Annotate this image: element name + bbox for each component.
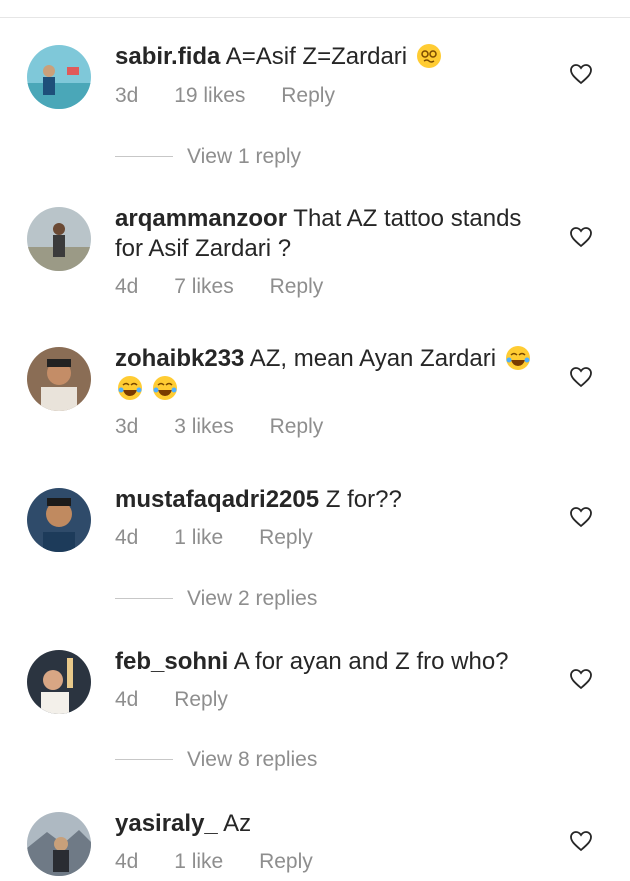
comment-body: A=Asif Z=Zardari (225, 43, 408, 70)
comment-likes[interactable]: 19 likes (174, 84, 245, 107)
reply-button[interactable]: Reply (270, 415, 324, 438)
comment-username[interactable]: feb_sohni (115, 648, 228, 675)
tears-of-joy-icon (117, 375, 143, 401)
comment-body: Z for?? (325, 486, 402, 513)
comment-username[interactable]: zohaibk233 (115, 345, 244, 372)
comment-text: yasiraly_ Az (115, 809, 540, 839)
view-replies-label[interactable]: View 1 reply (187, 145, 301, 169)
comment-likes[interactable]: 3 likes (174, 415, 234, 438)
comment-likes[interactable]: 1 like (174, 850, 223, 873)
reply-button[interactable]: Reply (259, 526, 313, 549)
comment-likes[interactable]: 7 likes (174, 275, 234, 298)
comment-age: 4d (115, 526, 139, 549)
heart-outline-icon[interactable] (569, 226, 593, 248)
comment-likes[interactable]: 1 like (174, 526, 223, 549)
view-replies-line (115, 759, 173, 760)
comment-meta: 4d 1 like Reply (115, 850, 343, 874)
heart-outline-icon[interactable] (569, 830, 593, 852)
comment-meta: 4d Reply (115, 688, 258, 712)
heart-outline-icon[interactable] (569, 366, 593, 388)
avatar[interactable] (27, 650, 91, 714)
heart-outline-icon[interactable] (569, 668, 593, 690)
view-replies-label[interactable]: View 8 replies (187, 748, 317, 772)
heart-outline-icon[interactable] (569, 63, 593, 85)
reply-button[interactable]: Reply (270, 275, 324, 298)
comment-text: arqammanzoor That AZ tattoo stands for A… (115, 204, 540, 264)
heart-outline-icon[interactable] (569, 506, 593, 528)
view-replies-line (115, 156, 173, 157)
comment-body: A for ayan and Z fro who? (233, 648, 509, 675)
woozy-face-icon (416, 43, 442, 69)
comment-username[interactable]: sabir.fida (115, 43, 220, 70)
avatar[interactable] (27, 812, 91, 876)
reply-button[interactable]: Reply (174, 688, 228, 711)
comment-age: 4d (115, 275, 139, 298)
comment-meta: 3d 3 likes Reply (115, 415, 353, 439)
comment-body: AZ, mean Ayan Zardari (249, 345, 497, 372)
comment-age: 4d (115, 688, 139, 711)
comment-body: Az (223, 810, 252, 837)
comment-age: 4d (115, 850, 139, 873)
avatar[interactable] (27, 45, 91, 109)
avatar[interactable] (27, 347, 91, 411)
reply-button[interactable]: Reply (259, 850, 313, 873)
tears-of-joy-icon (505, 345, 531, 371)
comment-meta: 4d 7 likes Reply (115, 275, 353, 299)
tears-of-joy-icon (152, 375, 178, 401)
top-divider (0, 17, 630, 18)
comment-age: 3d (115, 415, 139, 438)
avatar[interactable] (27, 207, 91, 271)
view-replies-line (115, 598, 173, 599)
comment-text: mustafaqadri2205 Z for?? (115, 485, 540, 515)
comment-username[interactable]: mustafaqadri2205 (115, 486, 319, 513)
comment-username[interactable]: yasiraly_ (115, 810, 218, 837)
avatar[interactable] (27, 488, 91, 552)
comment-age: 3d (115, 84, 139, 107)
comment-username[interactable]: arqammanzoor (115, 205, 287, 232)
comment-meta: 4d 1 like Reply (115, 526, 343, 550)
comment-meta: 3d 19 likes Reply (115, 84, 365, 108)
reply-button[interactable]: Reply (281, 84, 335, 107)
comment-text: feb_sohni A for ayan and Z fro who? (115, 647, 540, 677)
view-replies-label[interactable]: View 2 replies (187, 587, 317, 611)
comment-text: zohaibk233 AZ, mean Ayan Zardari (115, 344, 540, 404)
comment-text: sabir.fida A=Asif Z=Zardari (115, 42, 540, 72)
